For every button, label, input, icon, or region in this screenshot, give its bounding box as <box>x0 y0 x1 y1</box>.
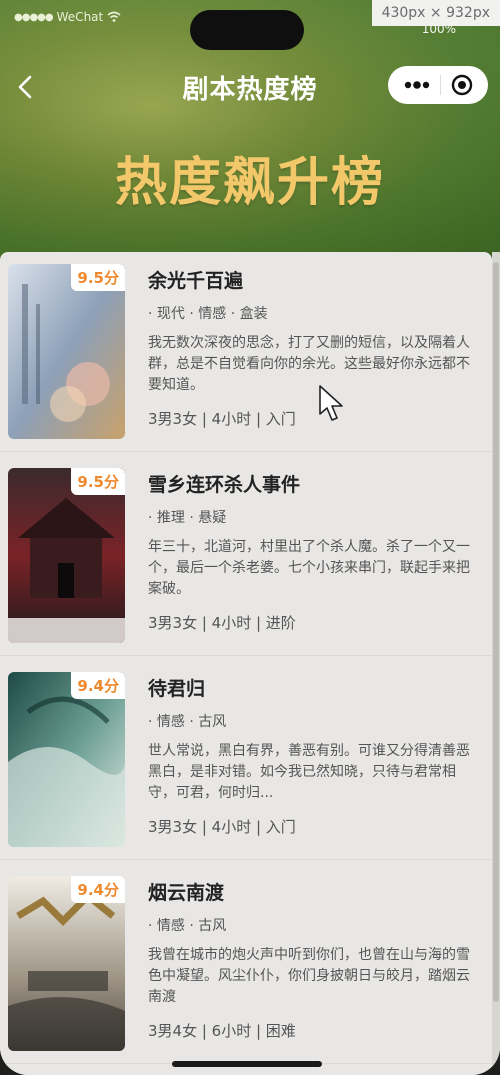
script-card[interactable]: 9.5分 余光千百遍 · 现代 · 情感 · 盒装 我无数次深夜的思念，打了又删… <box>0 252 492 452</box>
score-badge: 9.4分 <box>71 672 125 699</box>
script-list: 9.5分 余光千百遍 · 现代 · 情感 · 盒装 我无数次深夜的思念，打了又删… <box>0 252 492 1075</box>
script-card[interactable]: 9.5分 雪乡连环杀人事件 · 推理 · 悬疑 年三十，北道河，村里出了个杀人魔… <box>0 456 492 656</box>
more-dots-icon[interactable] <box>403 80 431 90</box>
scrollbar[interactable] <box>492 252 500 1075</box>
script-description: 我曾在城市的炮火声中听到你们，也曾在山与海的雪色中凝望。风尘仆仆，你们身披朝日与… <box>148 947 470 1005</box>
score-badge: 9.4分 <box>71 876 125 903</box>
score-badge: 9.5分 <box>71 264 125 291</box>
script-title[interactable]: 待君归 <box>148 674 478 701</box>
capsule-divider <box>439 75 441 95</box>
script-title[interactable]: 雪乡连环杀人事件 <box>148 470 478 497</box>
script-meta: 3男4女 | 6小时 | 困难 <box>148 1022 296 1040</box>
script-tags: · 推理 · 悬疑 <box>148 510 227 526</box>
script-tags: · 情感 · 古风 <box>148 918 227 934</box>
script-card[interactable]: 9.4分 烟云南渡 · 情感 · 古风 我曾在城市的炮火声中听到你们，也曾在山与… <box>0 864 492 1064</box>
script-meta: 3男3女 | 4小时 | 入门 <box>148 818 296 836</box>
script-meta: 3男3女 | 4小时 | 进阶 <box>148 614 296 632</box>
back-button[interactable] <box>12 72 38 102</box>
script-title[interactable]: 烟云南渡 <box>148 878 478 905</box>
script-title[interactable]: 余光千百遍 <box>148 266 478 293</box>
target-circle-icon[interactable] <box>450 73 474 97</box>
hero-title: 热度飙升榜 <box>114 153 385 213</box>
script-info: 雪乡连环杀人事件 · 推理 · 悬疑 年三十，北道河，村里出了个杀人魔。杀了一个… <box>148 470 478 633</box>
viewport-size-badge: 430px × 932px <box>371 0 500 26</box>
signal-dots: ●●●●● <box>14 11 54 23</box>
script-description: 世人常说，黑白有界，善恶有别。可谁又分得清善恶黑白，是非对错。如今我已然知晓，只… <box>148 743 470 801</box>
script-description: 我无数次深夜的思念，打了又删的短信，以及隔着人群，总是不自觉看向你的余光。这些最… <box>148 335 470 393</box>
script-card[interactable]: 9.4分 待君归 · 情感 · 古风 世人常说，黑白有界，善恶有别。可谁又分得清… <box>0 660 492 860</box>
script-cover[interactable]: 9.4分 <box>8 876 125 1051</box>
carrier-label: WeChat <box>56 10 104 24</box>
script-cover[interactable]: 9.5分 <box>8 264 125 439</box>
script-info: 余光千百遍 · 现代 · 情感 · 盒装 我无数次深夜的思念，打了又删的短信，以… <box>148 266 478 429</box>
wifi-icon <box>107 11 121 22</box>
nav-bar: 剧本热度榜 <box>0 62 500 112</box>
chevron-left-icon <box>18 75 32 99</box>
home-indicator[interactable] <box>172 1061 322 1067</box>
phone-screen: ●●●●● WeChat 100% 430px × 932px 剧本热度榜 热度… <box>0 0 500 1075</box>
script-cover[interactable]: 9.4分 <box>8 672 125 847</box>
script-cover[interactable]: 9.5分 <box>8 468 125 643</box>
camera-notch <box>190 10 304 50</box>
script-info: 待君归 · 情感 · 古风 世人常说，黑白有界，善恶有别。可谁又分得清善恶黑白，… <box>148 674 478 837</box>
script-tags: · 现代 · 情感 · 盒装 <box>148 306 268 322</box>
miniapp-capsule <box>388 66 488 104</box>
scroll-thumb[interactable] <box>493 262 499 1002</box>
signal-group: ●●●●● WeChat <box>14 10 121 24</box>
page-title: 剧本热度榜 <box>182 74 318 105</box>
script-meta: 3男3女 | 4小时 | 入门 <box>148 410 296 428</box>
script-info: 烟云南渡 · 情感 · 古风 我曾在城市的炮火声中听到你们，也曾在山与海的雪色中… <box>148 878 478 1041</box>
mouse-cursor-icon <box>319 385 343 421</box>
score-badge: 9.5分 <box>71 468 125 495</box>
script-description: 年三十，北道河，村里出了个杀人魔。杀了一个又一个，最后一个杀老婆。七个小孩来串门… <box>148 539 470 597</box>
script-tags: · 情感 · 古风 <box>148 714 227 730</box>
